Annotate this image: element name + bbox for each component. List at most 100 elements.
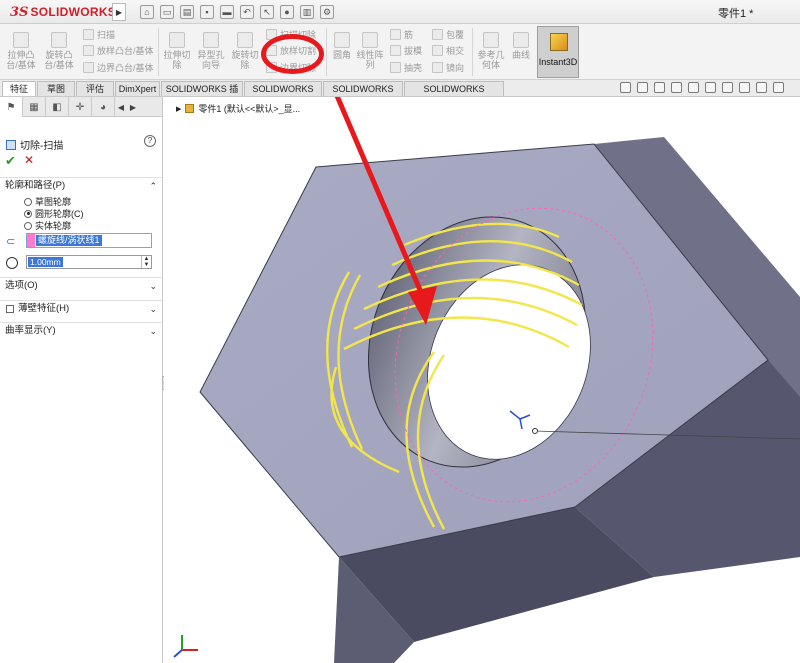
shell-button[interactable]: 抽壳 xyxy=(390,61,422,74)
shell-label: 抽壳 xyxy=(404,63,423,73)
solidworks-logo[interactable]: 3S SOLIDWORKS xyxy=(10,3,116,21)
boundary-boss-icon xyxy=(83,62,94,73)
sweep-button[interactable]: 扫描 xyxy=(83,28,115,41)
home-icon[interactable]: ⌂ xyxy=(140,5,154,19)
tab-scroll-right-icon[interactable]: ▶ xyxy=(127,97,139,117)
hole-wizard-icon xyxy=(203,32,219,48)
profile-path-group-header[interactable]: 轮廓和路径(P) ⌃ xyxy=(0,177,162,194)
linear-pattern-button[interactable]: 线性阵 列 xyxy=(356,32,384,70)
property-manager-tab-icon[interactable]: ▦ xyxy=(23,97,46,117)
view-orientation-icon[interactable] xyxy=(705,82,716,93)
zoom-to-fit-icon[interactable] xyxy=(620,82,631,93)
tab-sketch[interactable]: 草图 xyxy=(37,81,75,96)
display-style-icon[interactable] xyxy=(722,82,733,93)
boundary-boss-button[interactable]: 边界凸台/基体 xyxy=(83,61,154,74)
select-arrow-icon[interactable]: ↖ xyxy=(260,5,274,19)
curves-icon xyxy=(513,32,529,48)
logo-wordmark: SOLIDWORKS xyxy=(30,5,117,19)
display-manager-tab-icon[interactable]: ◕ xyxy=(92,97,115,117)
helix-path-icon: ⊂ xyxy=(6,236,16,248)
radio-button[interactable] xyxy=(24,221,32,230)
hole-wizard-button[interactable]: 异型孔 向导 xyxy=(195,32,227,70)
tab-solidworks-addins[interactable]: SOLIDWORKS 插件 xyxy=(161,81,243,108)
tab-dimxpert[interactable]: DimXpert xyxy=(115,81,160,96)
undo-icon[interactable]: ↶ xyxy=(240,5,254,19)
heads-up-view-toolbar xyxy=(620,82,784,93)
section-view-icon[interactable] xyxy=(671,82,682,93)
curves-button[interactable]: 曲线 xyxy=(508,32,534,60)
rib-button[interactable]: 筋 xyxy=(390,28,413,41)
extrude-cut-button[interactable]: 拉伸切 除 xyxy=(162,32,192,70)
ok-button[interactable]: ✔ xyxy=(5,153,16,169)
draft-button[interactable]: 拔模 xyxy=(390,44,422,57)
chevron-down-icon: ⌄ xyxy=(149,281,157,291)
tab-solidworks-inspection[interactable]: SOLIDWORKS Inspection xyxy=(404,81,504,108)
radio-button[interactable] xyxy=(24,197,32,206)
save-icon[interactable]: ▪ xyxy=(200,5,214,19)
curvature-display-group-header[interactable]: 曲率显示(Y) ⌄ xyxy=(0,322,162,339)
revolve-cut-button[interactable]: 旋转切 除 xyxy=(229,32,261,70)
revolve-cut-icon xyxy=(237,32,253,48)
loft-boss-button[interactable]: 放样凸台/基体 xyxy=(83,44,154,57)
intersect-icon xyxy=(432,45,443,56)
wrap-button[interactable]: 包覆 xyxy=(432,28,464,41)
tab-evaluate[interactable]: 评估 xyxy=(76,81,114,96)
options-group-header[interactable]: 选项(O) ⌄ xyxy=(0,277,162,294)
tab-solidworks-cam[interactable]: SOLIDWORKS CAM xyxy=(323,81,403,108)
tab-scroll-left-icon[interactable]: ◀ xyxy=(115,97,127,117)
path-selection-value: 螺旋线/涡状线1 xyxy=(36,235,102,246)
print-icon[interactable]: ▬ xyxy=(220,5,234,19)
intersect-button[interactable]: 相交 xyxy=(432,44,464,57)
fillet-icon xyxy=(334,32,350,48)
thin-feature-checkbox[interactable] xyxy=(6,305,14,313)
separator xyxy=(472,28,473,76)
tab-solidworks-mbd[interactable]: SOLIDWORKS MBD xyxy=(244,81,322,108)
configuration-manager-tab-icon[interactable]: ◧ xyxy=(46,97,69,117)
hide-show-items-icon[interactable] xyxy=(739,82,750,93)
feature-manager-tab-icon[interactable]: ⚑ xyxy=(0,97,23,117)
reference-geometry-button[interactable]: 参考几 何体 xyxy=(476,32,506,70)
revolve-boss-button[interactable]: 旋转凸 台/基体 xyxy=(42,32,76,70)
open-folder-icon[interactable]: ▤ xyxy=(180,5,194,19)
extrude-cut-label: 拉伸切 除 xyxy=(163,50,191,70)
menu-expand-arrow-icon[interactable]: ▶ xyxy=(112,3,126,21)
radio-solid-profile[interactable]: 实体轮廓 xyxy=(24,219,71,232)
diameter-icon xyxy=(6,257,18,269)
path-selection-box[interactable]: 螺旋线/涡状线1 xyxy=(26,233,152,248)
wrap-label: 包覆 xyxy=(446,30,465,40)
property-manager-panel: ⚑ ▦ ◧ ✛ ◕ ◀ ▶ 切除-扫描 ? ✔ ✕ 轮廓和路径(P) ⌃ 草图轮… xyxy=(0,97,163,663)
command-manager-tabs: 特征 草图 评估 DimXpert SOLIDWORKS 插件 SOLIDWOR… xyxy=(0,80,800,108)
radio-button-selected[interactable] xyxy=(24,209,32,218)
dimxpert-manager-tab-icon[interactable]: ✛ xyxy=(69,97,92,117)
rebuild-icon[interactable]: ● xyxy=(280,5,294,19)
revolve-boss-icon xyxy=(51,32,67,48)
fillet-label: 圆角 xyxy=(332,50,351,60)
helix-leader-point xyxy=(532,428,538,434)
mirror-label: 镜向 xyxy=(446,63,465,73)
instant3d-button[interactable]: Instant3D xyxy=(537,26,579,78)
revolve-cut-label: 旋转切 除 xyxy=(231,50,259,70)
fillet-button[interactable]: 圆角 xyxy=(330,32,354,60)
view-settings-icon[interactable] xyxy=(773,82,784,93)
dynamic-annotation-icon[interactable] xyxy=(688,82,699,93)
new-document-icon[interactable]: ▭ xyxy=(160,5,174,19)
previous-view-icon[interactable] xyxy=(654,82,665,93)
help-icon[interactable]: ? xyxy=(144,135,156,147)
thin-feature-group-header[interactable]: 薄壁特征(H) ⌄ xyxy=(0,300,162,317)
diameter-input[interactable]: 1.00mm ▲ ▼ xyxy=(26,255,152,269)
linear-pattern-icon xyxy=(362,32,378,48)
loft-boss-label: 放样凸台/基体 xyxy=(97,46,154,56)
cancel-button[interactable]: ✕ xyxy=(24,153,34,167)
zoom-area-icon[interactable] xyxy=(637,82,648,93)
tab-features[interactable]: 特征 xyxy=(2,81,36,96)
options-gear-icon[interactable]: ⚙ xyxy=(320,5,334,19)
spin-stepper-icon[interactable]: ▲ ▼ xyxy=(141,256,151,268)
file-properties-icon[interactable]: ▥ xyxy=(300,5,314,19)
extrude-boss-button[interactable]: 拉伸凸 台/基体 xyxy=(4,32,38,70)
shell-icon xyxy=(390,62,401,73)
edit-appearance-icon[interactable] xyxy=(756,82,767,93)
ds-logo-mark: 3S xyxy=(10,4,29,20)
chevron-up-icon: ⌃ xyxy=(149,181,157,191)
mirror-button[interactable]: 镜向 xyxy=(432,61,464,74)
graphics-area[interactable]: ▶ 零件1 (默认<<默认>_显... xyxy=(164,97,800,663)
